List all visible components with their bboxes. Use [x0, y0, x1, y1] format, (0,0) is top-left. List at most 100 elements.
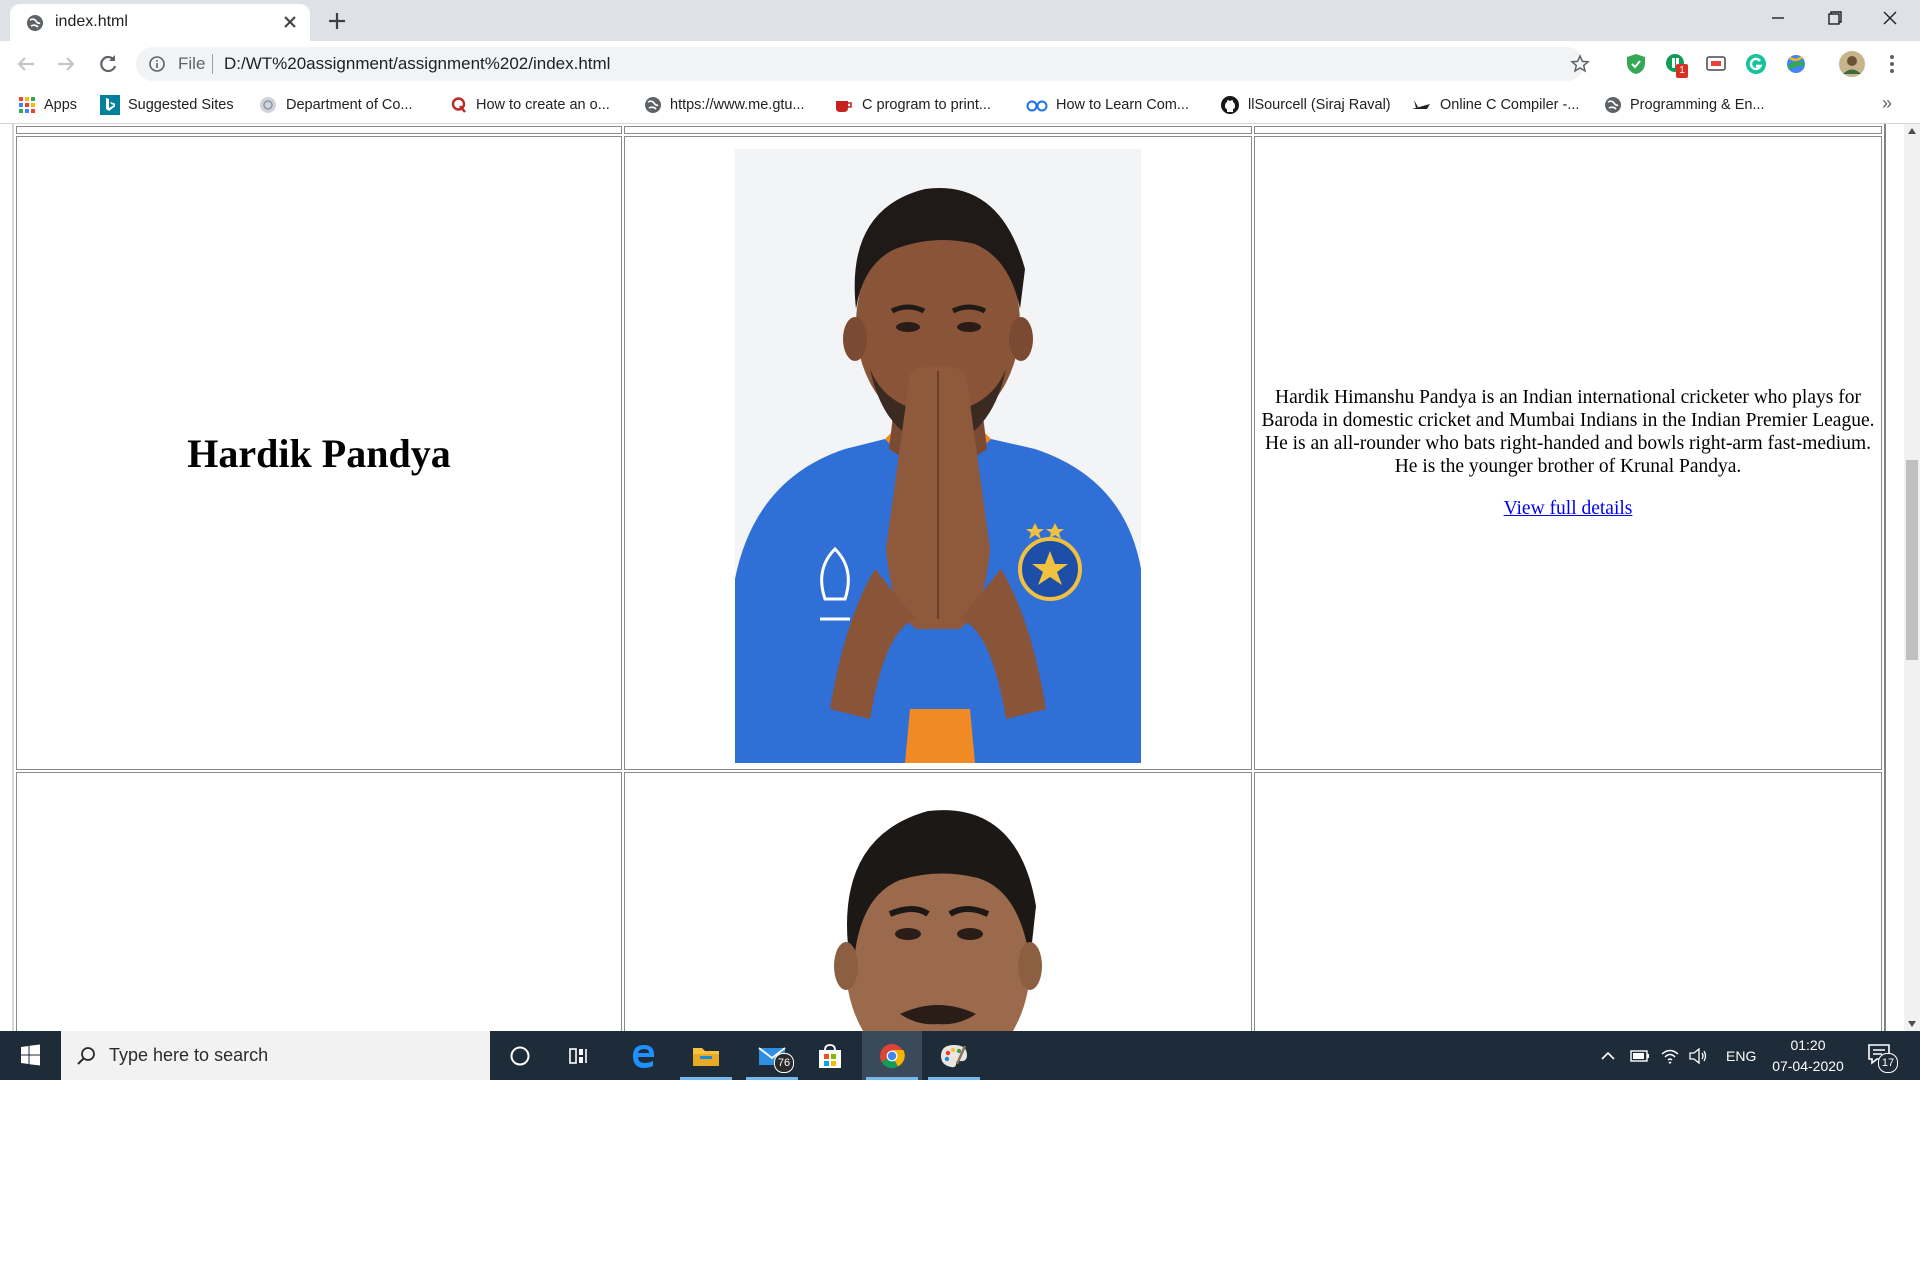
clock-date: 07-04-2020 [1772, 1058, 1844, 1074]
volume-icon[interactable] [1688, 1047, 1708, 1064]
bookmark-programming[interactable]: Programming & En... [1604, 94, 1765, 116]
scheme-label: File [178, 54, 206, 73]
extension-with-badge[interactable]: 1 [1664, 52, 1688, 78]
bookmark-c-program[interactable]: C program to print... [834, 94, 991, 116]
notification-count: 17 [1878, 1053, 1898, 1073]
bing-icon [100, 95, 120, 115]
reload-icon[interactable] [94, 50, 122, 78]
network-icon[interactable] [1660, 1048, 1680, 1064]
page-viewport: Hardik Pandya Hardik Himanshu Pandya is … [0, 124, 1904, 1031]
new-tab-icon[interactable] [324, 8, 350, 34]
url-text[interactable]: D:/WT%20assignment/assignment%202/index.… [224, 54, 610, 74]
taskbar-search-box[interactable]: Type here to search [61, 1031, 490, 1080]
table-row [16, 772, 1882, 1031]
bookmark-label: Department of Co... [286, 97, 413, 113]
avatar[interactable] [1838, 50, 1866, 78]
quora-icon [451, 97, 466, 113]
back-arrow-icon[interactable] [12, 50, 40, 78]
edge-browser-icon [633, 1044, 655, 1068]
bookmark-gtu[interactable]: https://www.me.gtu... [644, 94, 805, 116]
action-center-button[interactable]: 17 [1866, 1041, 1898, 1074]
empty-area-below-screen [0, 1080, 1920, 1278]
bookmark-apps[interactable]: Apps [18, 94, 77, 116]
name-cell [16, 772, 622, 1031]
edge-app-button[interactable] [614, 1031, 674, 1080]
system-tray: ENG [1600, 1031, 1756, 1080]
table-row [16, 126, 1882, 134]
browser-tab[interactable]: index.html [10, 4, 310, 41]
photo-cell [624, 772, 1252, 1031]
close-window-icon[interactable] [1862, 0, 1918, 38]
bookmarks-overflow-icon[interactable]: » [1882, 93, 1892, 114]
task-view-button[interactable] [550, 1031, 610, 1080]
bookmark-label: How to Learn Com... [1056, 97, 1189, 113]
globe-icon [27, 15, 43, 31]
bookmark-label: Online C Compiler -... [1440, 97, 1580, 113]
cortana-button[interactable] [490, 1031, 550, 1080]
address-bar[interactable]: File D:/WT%20assignment/assignment%202/i… [136, 47, 1590, 81]
plane-icon [1412, 100, 1430, 109]
bookmark-suggested-sites[interactable]: Suggested Sites [100, 94, 234, 116]
bookmark-how-to-learn[interactable]: How to Learn Com... [1026, 94, 1189, 116]
taskbar-clock[interactable]: 01:20 07-04-2020 [1766, 1035, 1850, 1077]
bio-cell [1254, 772, 1882, 1031]
paint-palette-icon [941, 1044, 967, 1067]
globe-icon [645, 97, 661, 113]
restore-icon[interactable] [1806, 0, 1862, 38]
chrome-icon [880, 1043, 905, 1068]
table-cell [16, 126, 622, 134]
bookmark-label: Suggested Sites [128, 97, 234, 113]
page-scrollbar[interactable] [1904, 124, 1920, 1031]
tab-title: index.html [55, 13, 128, 30]
store-bag-icon [819, 1043, 841, 1068]
scroll-up-icon[interactable] [1908, 128, 1916, 134]
store-app-button[interactable] [800, 1031, 860, 1080]
mail-badge: 76 [774, 1053, 794, 1073]
shield-extension-icon[interactable] [1624, 52, 1648, 76]
bookmark-github[interactable]: llSourcell (Siraj Raval) [1220, 94, 1391, 116]
language-indicator[interactable]: ENG [1726, 1048, 1756, 1064]
apps-grid-icon [19, 97, 35, 113]
bookmark-label: C program to print... [862, 97, 991, 113]
battery-icon[interactable] [1630, 1049, 1650, 1063]
bookmark-online-compiler[interactable]: Online C Compiler -... [1410, 94, 1579, 116]
google-earth-icon[interactable] [1784, 52, 1808, 76]
github-icon [1221, 96, 1239, 114]
more-menu-icon[interactable] [1880, 52, 1904, 76]
grammarly-icon[interactable] [1744, 52, 1768, 76]
scrollbar-thumb[interactable] [1906, 460, 1918, 660]
mail-app-button[interactable]: 76 [742, 1031, 802, 1080]
chrome-app-button[interactable] [862, 1031, 922, 1080]
bookmark-how-to-create[interactable]: How to create an o... [450, 94, 610, 116]
tab-strip: index.html [0, 0, 1920, 41]
browser-toolbar: File D:/WT%20assignment/assignment%202/i… [0, 41, 1920, 87]
bookmark-star-icon[interactable] [1570, 54, 1590, 74]
table-cell [1254, 126, 1882, 134]
coffee-cup-icon [836, 101, 852, 112]
paint-app-button[interactable] [924, 1031, 984, 1080]
player-name: Hardik Pandya [187, 430, 451, 476]
cortana-circle-icon [510, 1046, 530, 1065]
file-explorer-button[interactable] [676, 1031, 736, 1080]
omnibox-divider [212, 54, 213, 74]
clock-time: 01:20 [1790, 1037, 1826, 1053]
search-icon [77, 1047, 95, 1065]
forward-arrow-icon[interactable] [52, 50, 80, 78]
bookmark-label: https://www.me.gtu... [670, 97, 805, 113]
extension-badge: 1 [1676, 64, 1688, 78]
view-full-details-link[interactable]: View full details [1504, 498, 1633, 519]
windows-start-icon[interactable] [0, 1031, 60, 1080]
cast-extension-icon[interactable] [1704, 52, 1728, 76]
windows-taskbar: Type here to search 76 ENG 01:20 07-04-2… [0, 1031, 1920, 1080]
table-cell [624, 126, 1252, 134]
globe-icon [1605, 97, 1621, 113]
scroll-down-icon[interactable] [1908, 1021, 1916, 1027]
close-tab-icon[interactable] [280, 12, 300, 32]
search-placeholder: Type here to search [109, 1045, 269, 1065]
bookmark-department[interactable]: Department of Co... [258, 94, 413, 116]
minimize-icon[interactable] [1750, 0, 1806, 38]
info-icon[interactable] [148, 55, 166, 73]
chevron-up-icon[interactable] [1600, 1048, 1616, 1064]
globe-icon [260, 97, 276, 113]
bookmark-label: How to create an o... [476, 97, 610, 113]
